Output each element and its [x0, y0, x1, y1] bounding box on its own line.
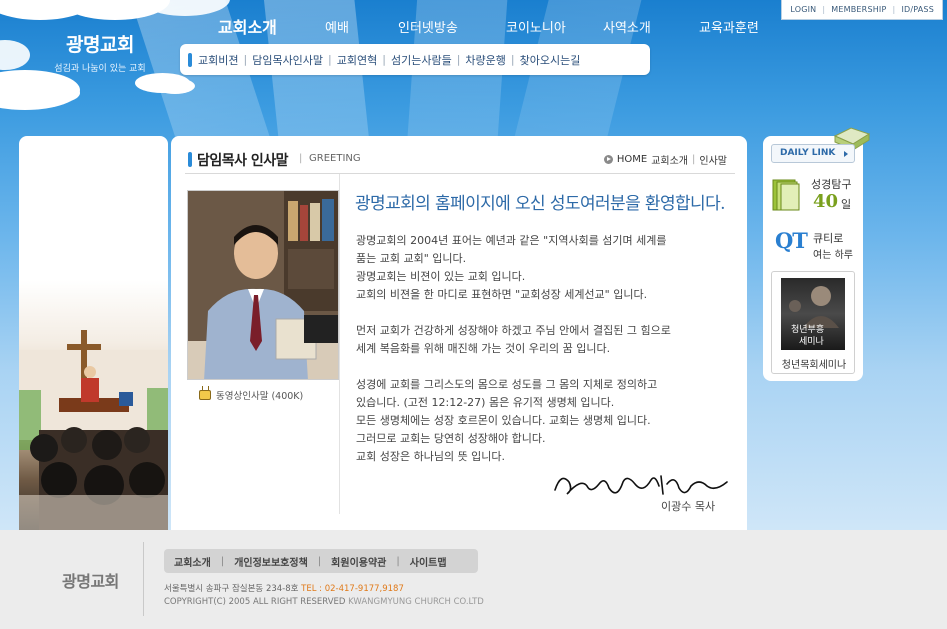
quick-links-panel: DAILY LINK 성경탐구 40 일 QT 큐티로 여는 하루 청년부흥 세…	[763, 127, 871, 381]
footer-divider	[143, 542, 144, 616]
subnav-church-vision[interactable]: 교회비젼	[198, 52, 238, 68]
daily-link-arrow-icon	[844, 151, 848, 157]
main-content-panel: 담임목사 인사말 | GREETING HOME 교회소개 | 인사말 동영상인…	[171, 136, 747, 530]
footer-tel: TEL : 02-417-9177,9187	[301, 584, 404, 594]
qt-line-1: 큐티로	[813, 232, 844, 245]
bible-study-unit: 일	[841, 198, 852, 211]
video-greeting-link[interactable]: 동영상인사말 (400K)	[199, 388, 303, 402]
greeting-paragraph-2: 먼저 교회가 건강하게 성장해야 하겠고 주님 안에서 결집된 그 힘으로 세계…	[356, 324, 671, 355]
subnav-pastor-greeting[interactable]: 담임목사인사말	[252, 52, 323, 68]
youth-seminar-poster: 청년부흥 세미나	[781, 278, 845, 350]
footer-link-church-intro[interactable]: 교회소개	[174, 554, 211, 569]
page-title: 담임목사 인사말	[197, 153, 289, 169]
subnav-church-history[interactable]: 교회연혁	[337, 52, 377, 68]
church-interior-photo	[19, 280, 168, 530]
page-title-bar: 담임목사 인사말 | GREETING HOME 교회소개 | 인사말	[185, 150, 735, 174]
subnav-directions[interactable]: 찾아오시는길	[520, 52, 581, 68]
footer-copyright: COPYRIGHT(C) 2005 ALL RIGHT RESERVED KWA…	[164, 597, 484, 607]
utility-bar: LOGIN | MEMBERSHIP | ID/PASS	[781, 0, 943, 20]
qt-line-2: 여는 하루	[813, 250, 853, 261]
sub-nav: 교회비젼 | 담임목사인사말 | 교회연혁 | 섬기는사람들 | 차량운행 | …	[180, 44, 650, 75]
nav-church-intro[interactable]: 교회소개	[218, 14, 277, 38]
left-church-photo-panel	[19, 136, 168, 530]
membership-link[interactable]: MEMBERSHIP	[831, 5, 886, 14]
site-name: 광명교회	[66, 35, 134, 56]
site-logo[interactable]: 광명교회 섬김과 나눔이 있는 교회	[40, 30, 160, 74]
login-link[interactable]: LOGIN	[790, 5, 816, 14]
bible-study-label: 성경탐구	[811, 178, 852, 191]
id-pass-link[interactable]: ID/PASS	[901, 5, 934, 14]
qt-link[interactable]: QT 큐티로 여는 하루	[771, 228, 861, 262]
sub-nav-marker	[188, 52, 192, 67]
footer-link-privacy[interactable]: 개인정보보호정책	[234, 554, 308, 569]
footer-nav: 교회소개 | 개인정보보호정책 | 회원이용약관 | 사이트맵	[164, 549, 478, 573]
footer-link-terms[interactable]: 회원이용약관	[331, 554, 386, 569]
nav-education[interactable]: 교육과훈련	[699, 17, 759, 36]
video-greeting-label: 동영상인사말 (400K)	[216, 391, 304, 402]
footer: 광명교회 교회소개 | 개인정보보호정책 | 회원이용약관 | 사이트맵 서울특…	[0, 530, 947, 629]
breadcrumb-section[interactable]: 교회소개	[651, 152, 688, 167]
greeting-paragraph-1: 광명교회의 2004년 표어는 예년과 같은 "지역사회를 섬기며 세계를 품는…	[356, 234, 667, 301]
title-marker	[188, 152, 192, 167]
nav-worship[interactable]: 예배	[325, 17, 349, 36]
footer-company: KWANGMYUNG CHURCH CO.LTD	[348, 597, 484, 607]
bible-study-link[interactable]: 성경탐구 40 일	[771, 176, 861, 214]
breadcrumb: HOME 교회소개 | 인사말	[603, 152, 727, 167]
nav-internet-broadcast[interactable]: 인터넷방송	[398, 17, 458, 36]
pastor-photo	[187, 190, 339, 380]
site-tagline: 섬김과 나눔이 있는 교회	[54, 64, 146, 74]
youth-seminar-caption: 청년목회세미나	[781, 360, 847, 371]
breadcrumb-arrow-icon	[603, 155, 613, 164]
footer-logo: 광명교회	[62, 572, 119, 591]
daily-link-header: DAILY LINK	[771, 144, 855, 163]
greeting-paragraph-3: 성경에 교회를 그리스도의 몸으로 성도를 그 몸의 지체로 정의하고 있습니다…	[356, 378, 658, 463]
content-divider	[339, 174, 340, 514]
footer-address: 서울특별시 송파구 잠실본동 234-8호 TEL : 02-417-9177,…	[164, 584, 404, 594]
subnav-staff[interactable]: 섬기는사람들	[391, 52, 452, 68]
nav-ministry[interactable]: 사역소개	[603, 17, 651, 36]
bible-study-days: 40	[813, 191, 839, 212]
tv-icon	[199, 390, 211, 400]
qt-badge: QT	[775, 228, 808, 253]
greeting-body: 광명교회의 2004년 표어는 예년과 같은 "지역사회를 섬기며 세계를 품는…	[356, 232, 736, 466]
nav-koinonia[interactable]: 코이노니아	[506, 17, 566, 36]
breadcrumb-home[interactable]: HOME	[617, 154, 647, 165]
pastor-name: 이광수 목사	[661, 500, 716, 513]
youth-seminar-link[interactable]: 청년부흥 세미나 청년목회세미나	[771, 271, 855, 374]
greeting-headline: 광명교회의 홈페이지에 오신 성도여러분을 환영합니다.	[355, 194, 726, 214]
breadcrumb-current: 인사말	[699, 156, 727, 167]
bible-book-icon	[772, 179, 800, 211]
footer-link-sitemap[interactable]: 사이트맵	[410, 554, 447, 569]
subnav-shuttle[interactable]: 차량운행	[465, 52, 505, 68]
page-subtitle: GREETING	[309, 153, 361, 164]
